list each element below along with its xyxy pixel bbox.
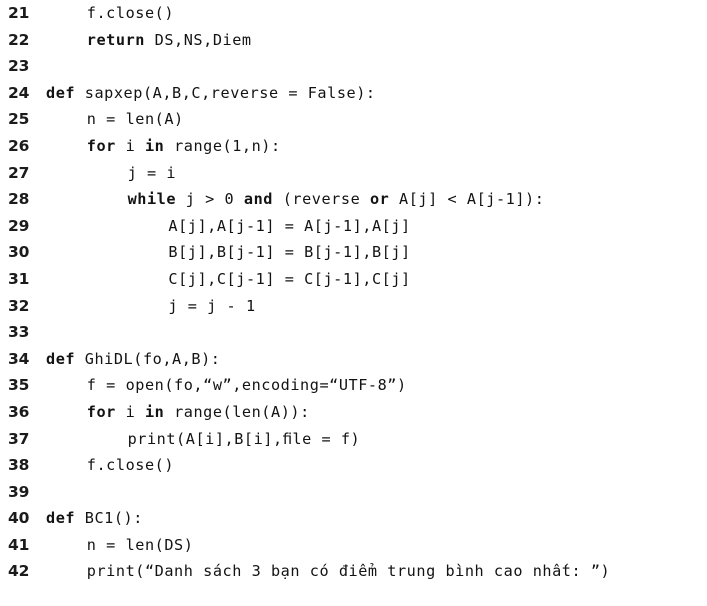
line-code: f.close() xyxy=(87,0,174,27)
code-text: (reverse xyxy=(273,190,370,209)
code-line: 38 f.close() xyxy=(0,452,707,479)
line-number: 41 xyxy=(8,535,30,554)
line-code: print(A[i],B[i],ﬁle = f) xyxy=(128,426,361,453)
line-number: 24 xyxy=(8,83,30,102)
code-text: range(len(A)): xyxy=(164,402,310,421)
code-line: 36 for i in range(len(A)): xyxy=(0,399,707,426)
code-text: DS,NS,Diem xyxy=(144,30,252,49)
code-line: 30 B[j],B[j-1] = B[j-1],B[j] xyxy=(0,239,707,266)
line-code: while j > 0 and (reverse or A[j] < A[j-1… xyxy=(128,186,545,213)
code-text: j > 0 xyxy=(176,190,244,209)
code-keyword: and xyxy=(243,190,274,209)
line-number: 37 xyxy=(8,429,30,448)
code-keyword: def xyxy=(46,83,76,102)
code-line: 34 def GhiDL(fo,A,B): xyxy=(0,346,707,373)
line-number: 36 xyxy=(8,402,30,421)
code-line: 29 A[j],A[j-1] = A[j-1],A[j] xyxy=(0,213,707,240)
line-number: 39 xyxy=(8,482,30,501)
code-line: 27 j = i xyxy=(0,160,707,187)
code-text: n = len(DS) xyxy=(86,535,194,554)
line-code: j = i xyxy=(128,160,176,187)
line-code: n = len(DS) xyxy=(87,532,194,559)
code-text: BC1(): xyxy=(75,509,143,528)
code-keyword: in xyxy=(144,136,165,155)
line-code: f = open(fo,“w”,encoding=“UTF-8”) xyxy=(87,372,407,399)
code-text: range(1,n): xyxy=(164,136,281,155)
line-code: def GhiDL(fo,A,B): xyxy=(46,346,221,373)
line-number: 34 xyxy=(8,349,30,368)
code-line: 33 xyxy=(0,319,707,346)
line-number: 22 xyxy=(8,30,30,49)
line-code: return DS,NS,Diem xyxy=(87,27,252,54)
line-number: 32 xyxy=(8,296,30,315)
code-keyword: or xyxy=(369,190,390,209)
line-code: A[j],A[j-1] = A[j-1],A[j] xyxy=(168,213,410,240)
line-code: f.close() xyxy=(87,452,174,479)
code-line: 41 n = len(DS) xyxy=(0,532,707,559)
code-text: A[j],A[j-1] = A[j-1],A[j] xyxy=(168,216,411,235)
line-number: 26 xyxy=(8,136,30,155)
line-code: def BC1(): xyxy=(46,505,143,532)
code-line: 32 j = j - 1 xyxy=(0,293,707,320)
code-keyword: return xyxy=(86,30,145,49)
code-line: 28 while j > 0 and (reverse or A[j] < A[j… xyxy=(0,186,707,213)
code-text: f.close() xyxy=(86,456,175,475)
code-keyword: in xyxy=(144,402,165,421)
code-line: 26 for i in range(1,n): xyxy=(0,133,707,160)
line-number: 25 xyxy=(8,110,30,129)
line-code: for i in range(1,n): xyxy=(87,133,281,160)
code-line: 40 def BC1(): xyxy=(0,505,707,532)
code-line: 23 xyxy=(0,53,707,80)
code-text: B[j],B[j-1] = B[j-1],B[j] xyxy=(168,243,411,262)
code-text: A[j] < A[j-1]): xyxy=(389,190,545,209)
line-number: 23 xyxy=(8,57,30,76)
line-number: 29 xyxy=(8,216,30,235)
line-number: 30 xyxy=(8,243,30,262)
line-number: 28 xyxy=(8,190,30,209)
line-code: print(“Danh sách 3 bạn có điểm trung bìn… xyxy=(87,558,610,585)
code-text: i xyxy=(115,136,145,155)
code-text: f.close() xyxy=(86,4,175,22)
line-number: 21 xyxy=(8,4,30,22)
code-text: print(“Danh sách 3 bạn có điểm trung bìn… xyxy=(86,562,611,581)
code-text: n = len(A) xyxy=(86,110,184,129)
code-text: i xyxy=(115,402,145,421)
code-line: 42 print(“Danh sách 3 bạn có điểm trung b… xyxy=(0,558,707,585)
code-text: sapxep(A,B,C,reverse = False): xyxy=(75,83,376,102)
line-number: 42 xyxy=(8,562,30,581)
code-text: print(A[i],B[i],ﬁle = f) xyxy=(127,429,361,448)
line-code: for i in range(len(A)): xyxy=(87,399,310,426)
code-text: GhiDL(fo,A,B): xyxy=(75,349,221,368)
line-code: j = j - 1 xyxy=(168,293,255,320)
code-line: 25 n = len(A) xyxy=(0,106,707,133)
code-line: 39 xyxy=(0,479,707,506)
line-number: 35 xyxy=(8,376,30,395)
line-code: B[j],B[j-1] = B[j-1],B[j] xyxy=(168,239,410,266)
line-number: 31 xyxy=(8,269,30,288)
line-number: 27 xyxy=(8,163,30,182)
code-line: 37 print(A[i],B[i],ﬁle = f) xyxy=(0,426,707,453)
line-code: n = len(A) xyxy=(87,106,184,133)
code-line: 31 C[j],C[j-1] = C[j-1],C[j] xyxy=(0,266,707,293)
line-number: 40 xyxy=(8,509,30,528)
code-line: 24 def sapxep(A,B,C,reverse = False): xyxy=(0,80,707,107)
line-number: 38 xyxy=(8,456,30,475)
code-keyword: for xyxy=(86,402,116,421)
code-keyword: while xyxy=(127,190,177,209)
code-line: 35 f = open(fo,“w”,encoding=“UTF-8”) xyxy=(0,372,707,399)
code-text: C[j],C[j-1] = C[j-1],C[j] xyxy=(168,269,411,288)
code-line: 21 f.close() xyxy=(0,0,707,27)
line-code: def sapxep(A,B,C,reverse = False): xyxy=(46,80,376,107)
code-keyword: def xyxy=(46,349,76,368)
line-code: C[j],C[j-1] = C[j-1],C[j] xyxy=(168,266,410,293)
code-text: j = j - 1 xyxy=(168,296,256,315)
code-keyword: for xyxy=(86,136,116,155)
line-number: 33 xyxy=(8,323,30,342)
code-keyword: def xyxy=(46,509,76,528)
code-text: f = open(fo,“w”,encoding=“UTF-8”) xyxy=(86,376,407,395)
code-line: 22 return DS,NS,Diem xyxy=(0,27,707,54)
code-text: j = i xyxy=(127,163,177,182)
code-listing: 21 f.close() 22 return DS,NS,Diem 23 24 def sa… xyxy=(0,0,707,606)
